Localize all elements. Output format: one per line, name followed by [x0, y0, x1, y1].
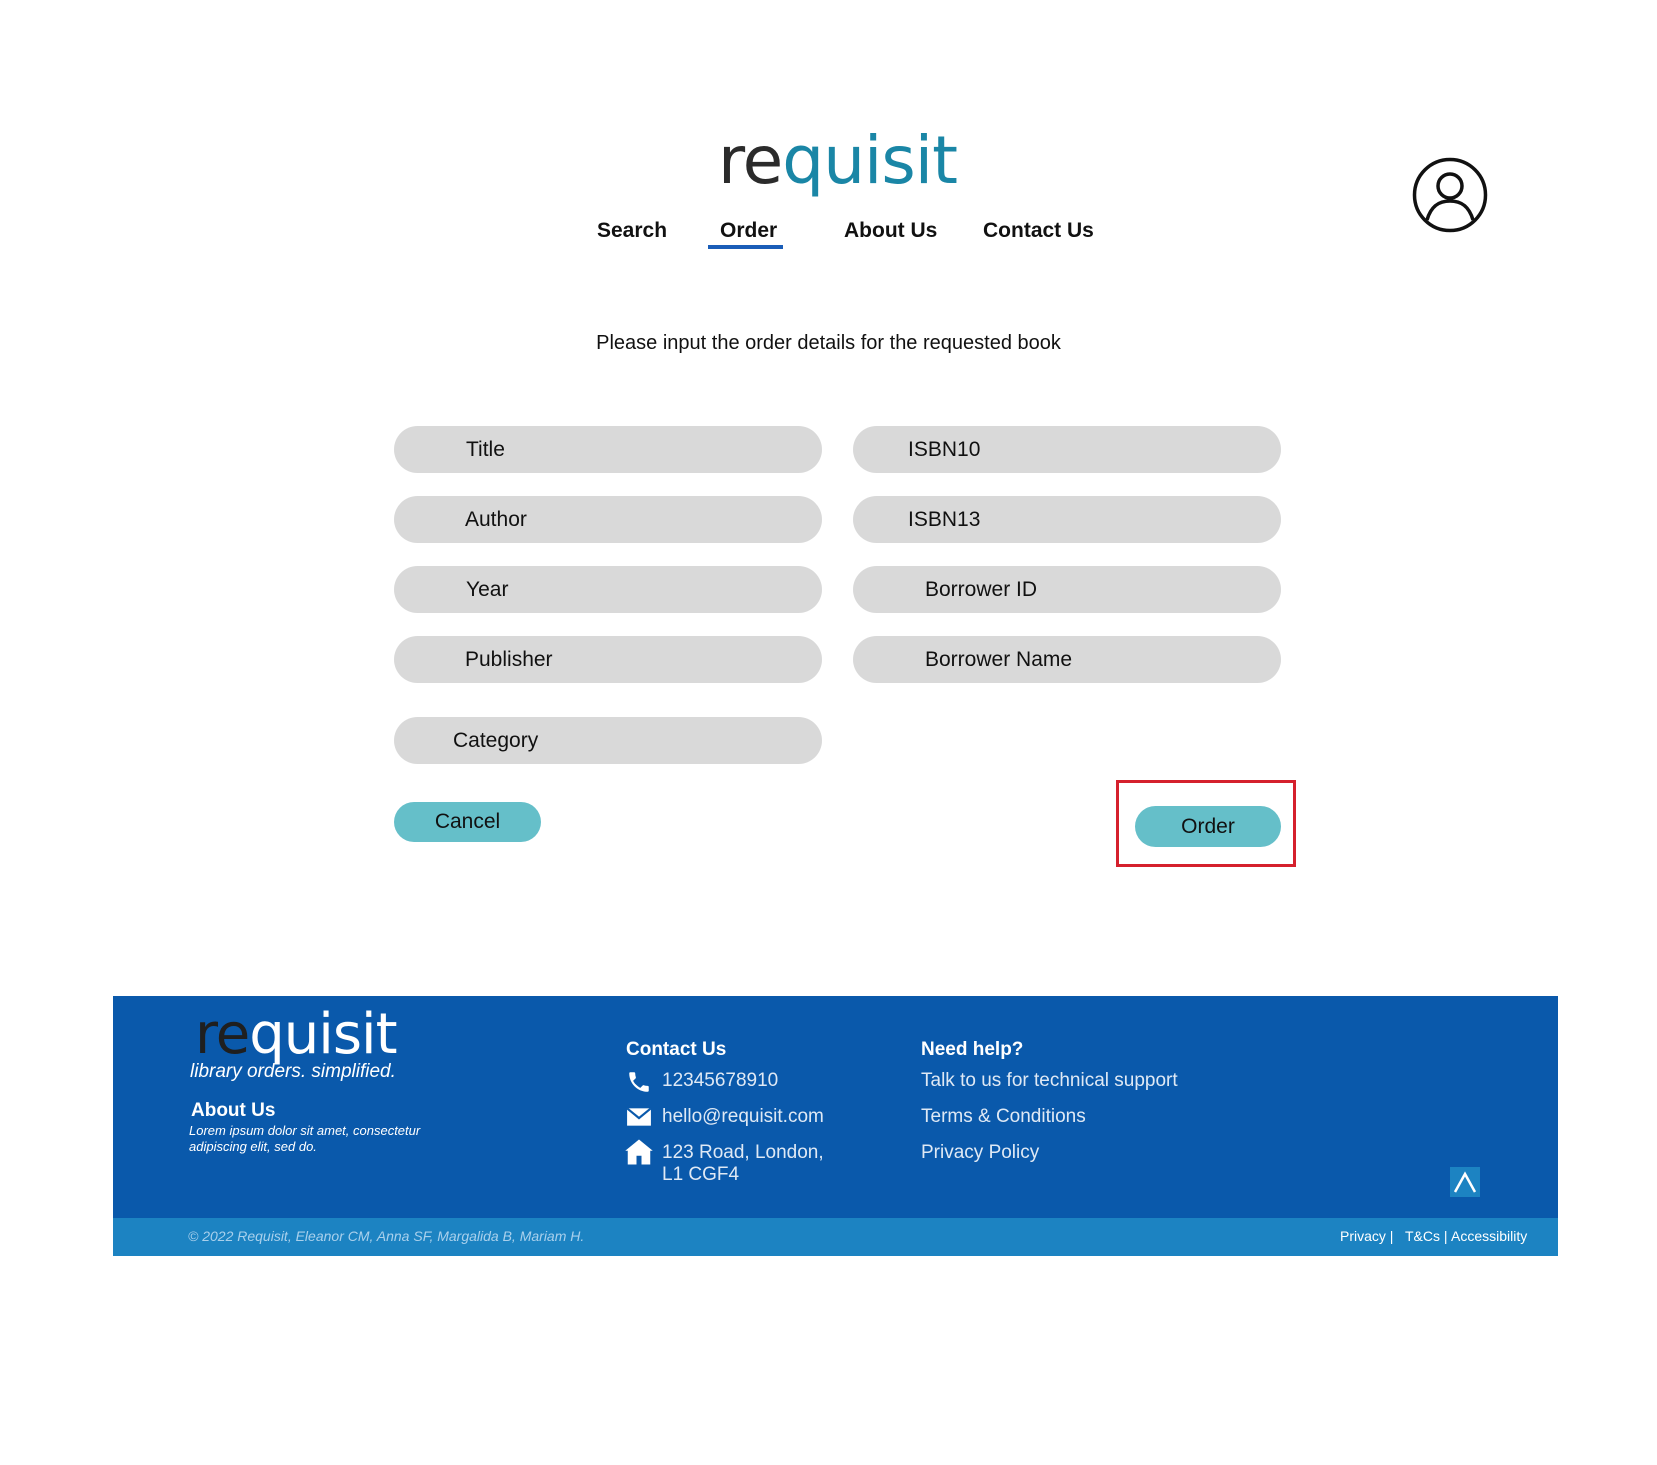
footer-about-text: Lorem ipsum dolor sit amet, consectetur	[189, 1123, 421, 1138]
borrower-name-field[interactable]	[853, 636, 1281, 683]
footer-logo[interactable]: requisit	[195, 1007, 398, 1063]
footer-contact-heading: Contact Us	[626, 1039, 727, 1060]
nav-search[interactable]: Search	[597, 219, 667, 243]
footer-bottom-tcs[interactable]: T&Cs |	[1405, 1228, 1448, 1244]
order-button[interactable]: Order	[1135, 806, 1281, 847]
order-instructions: Please input the order details for the r…	[596, 332, 1061, 354]
user-circle-icon[interactable]	[1412, 157, 1488, 233]
category-field[interactable]	[394, 717, 822, 764]
footer-logo-text-q: q	[249, 1002, 285, 1067]
footer-link-terms[interactable]: Terms & Conditions	[921, 1106, 1086, 1128]
nav-active-underline	[708, 245, 783, 249]
nav-contact-us[interactable]: Contact Us	[983, 219, 1094, 243]
borrower-id-field[interactable]	[853, 566, 1281, 613]
author-field[interactable]	[394, 496, 822, 543]
mail-icon	[626, 1107, 652, 1126]
nav-about-us[interactable]: About Us	[844, 219, 937, 243]
year-field[interactable]	[394, 566, 822, 613]
footer-address-line-1: 123 Road, London,	[662, 1142, 824, 1163]
footer-help-heading: Need help?	[921, 1039, 1024, 1060]
phone-icon	[629, 1072, 649, 1092]
footer-phone[interactable]: 12345678910	[662, 1070, 778, 1092]
footer-about-text-2: adipiscing elit, sed do.	[189, 1139, 317, 1154]
footer-tagline: library orders. simplified.	[190, 1061, 396, 1082]
logo-text-q: q	[782, 122, 824, 199]
logo-text-re: re	[718, 122, 783, 199]
footer-logo-text-uisit: uisit	[283, 1002, 398, 1067]
publisher-field[interactable]	[394, 636, 822, 683]
nav-order[interactable]: Order	[720, 219, 777, 243]
footer-logo-text-re: re	[195, 1002, 250, 1067]
footer-copyright: © 2022 Requisit, Eleanor CM, Anna SF, Ma…	[188, 1228, 585, 1244]
header-logo[interactable]: requisit	[718, 128, 958, 194]
isbn10-field[interactable]	[853, 426, 1281, 473]
footer-email[interactable]: hello@requisit.com	[662, 1106, 824, 1128]
footer-about-heading: About Us	[191, 1100, 276, 1121]
footer-address-line-2: L1 CGF4	[662, 1164, 740, 1185]
logo-text-uisit: uisit	[823, 122, 958, 199]
footer-bottom-accessibility[interactable]: Accessibility	[1451, 1228, 1527, 1244]
cancel-button[interactable]: Cancel	[394, 802, 541, 842]
chevron-up-icon	[1453, 1171, 1477, 1193]
footer-link-tech-support[interactable]: Talk to us for technical support	[921, 1070, 1178, 1092]
back-to-top-button[interactable]	[1450, 1167, 1480, 1197]
footer-link-privacy-policy[interactable]: Privacy Policy	[921, 1142, 1039, 1164]
isbn13-field[interactable]	[853, 496, 1281, 543]
home-icon	[625, 1139, 653, 1165]
footer-bottom-privacy[interactable]: Privacy |	[1340, 1228, 1393, 1244]
title-field[interactable]	[394, 426, 822, 473]
